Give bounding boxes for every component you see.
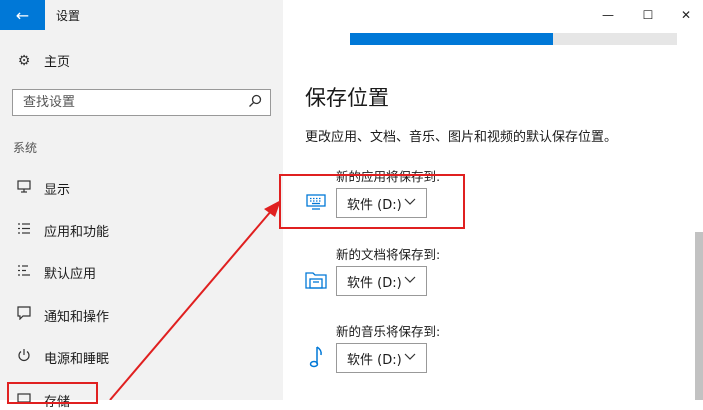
sidebar-item-label: 显示: [44, 182, 71, 198]
section-label-system: 系统: [13, 141, 38, 155]
dropdown-value: 软件 (D:): [347, 352, 402, 368]
page-title: 保存位置: [305, 86, 389, 110]
documents-save-location-dropdown[interactable]: 软件 (D:): [336, 266, 427, 296]
gear-icon: ⚙: [17, 52, 31, 69]
page-description: 更改应用、文档、音乐、图片和视频的默认保存位置。: [305, 130, 618, 145]
search-icon[interactable]: [248, 94, 262, 112]
search-input[interactable]: [23, 95, 248, 110]
music-note-icon: [304, 345, 328, 369]
close-icon: ✕: [680, 8, 692, 22]
sidebar-item-label: 电源和睡眠: [44, 351, 110, 367]
documents-folder-icon: [304, 268, 328, 292]
sidebar: ← 设置 ⚙ 主页 系统 显示: [0, 0, 283, 410]
minimize-icon: —: [602, 8, 614, 22]
storage-usage-fill: [350, 33, 553, 45]
sidebar-item-power-sleep[interactable]: 电源和睡眠: [16, 347, 109, 367]
sidebar-item-label: 通知和操作: [44, 309, 110, 325]
back-arrow-icon: ←: [15, 5, 30, 25]
music-save-location-dropdown[interactable]: 软件 (D:): [336, 343, 427, 373]
sidebar-item-home[interactable]: ⚙ 主页: [16, 51, 71, 71]
chevron-down-icon: [404, 350, 416, 365]
chevron-down-icon: [404, 273, 416, 288]
default-apps-icon: [16, 264, 32, 281]
sidebar-item-label: 默认应用: [44, 266, 97, 282]
music-save-label: 新的音乐将保存到:: [336, 324, 441, 339]
sidebar-item-label: 主页: [44, 55, 71, 70]
search-box[interactable]: [12, 89, 271, 116]
maximize-icon: ☐: [642, 8, 654, 22]
storage-usage-bar: [350, 33, 677, 45]
sidebar-item-notifications[interactable]: 通知和操作: [16, 305, 109, 325]
power-icon: [16, 348, 32, 366]
notification-icon: [16, 306, 32, 324]
close-button[interactable]: ✕: [663, 0, 703, 30]
sidebar-item-default-apps[interactable]: 默认应用: [16, 262, 96, 282]
dropdown-value: 软件 (D:): [347, 275, 402, 291]
window-title: 设置: [56, 9, 81, 23]
back-button[interactable]: ←: [0, 0, 45, 30]
sidebar-item-apps-features[interactable]: 应用和功能: [16, 220, 109, 240]
display-icon: [16, 179, 32, 197]
documents-save-label: 新的文档将保存到:: [336, 247, 441, 262]
sidebar-item-label: 应用和功能: [44, 224, 110, 240]
apps-list-icon: [16, 222, 32, 239]
sidebar-item-display[interactable]: 显示: [16, 178, 70, 198]
annotation-highlight-apps-setting: [279, 174, 465, 229]
scrollbar-thumb[interactable]: [695, 232, 703, 400]
annotation-highlight-storage: [7, 382, 98, 404]
